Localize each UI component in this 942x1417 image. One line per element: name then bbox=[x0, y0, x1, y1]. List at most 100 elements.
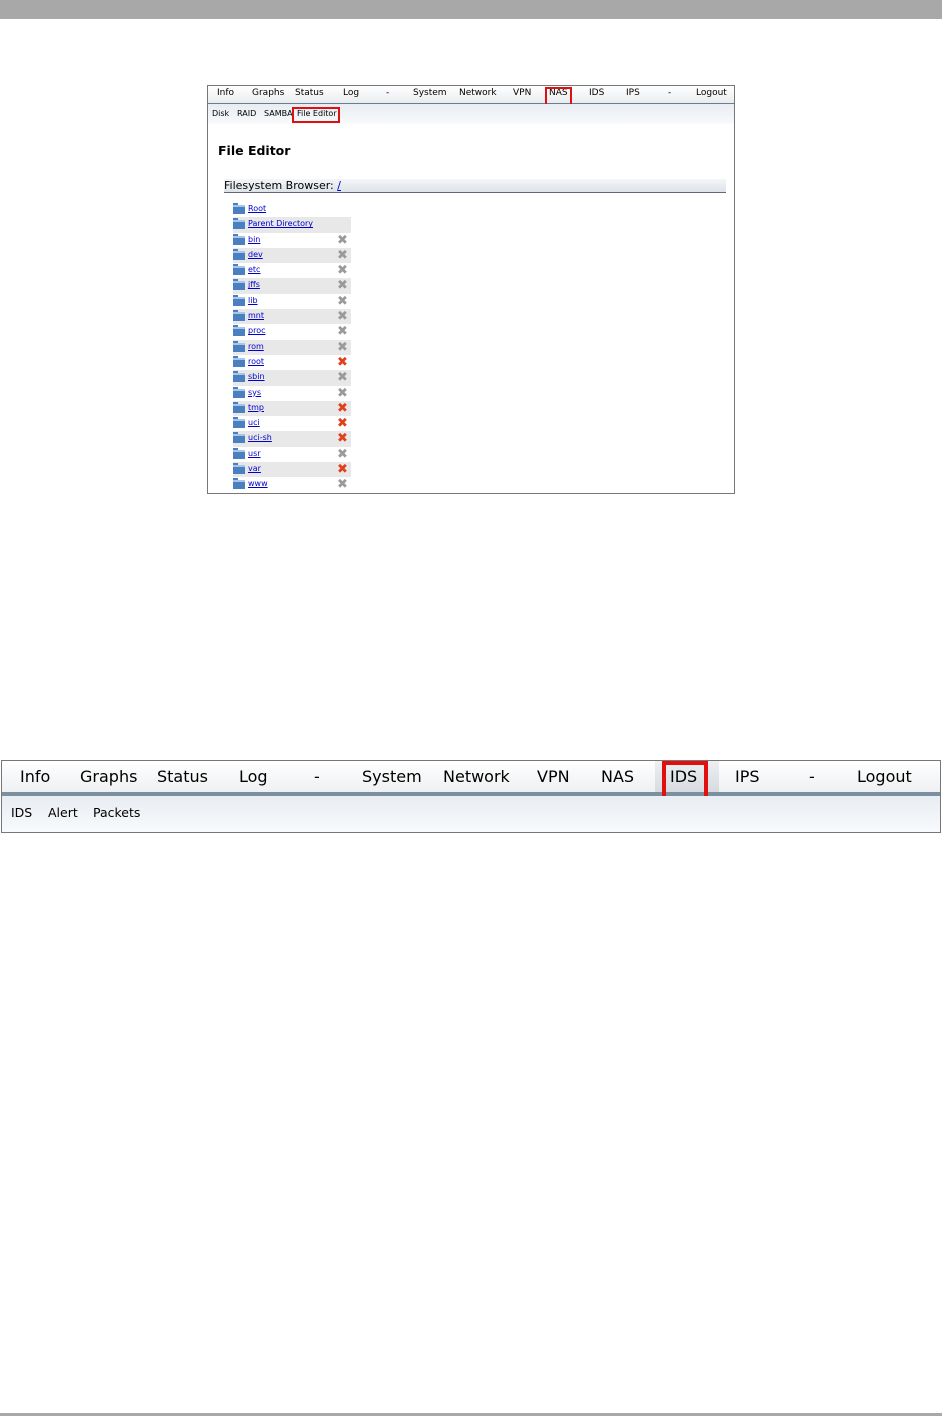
directory-link[interactable]: sbin bbox=[248, 372, 265, 381]
directory-link[interactable]: jffs bbox=[248, 280, 260, 289]
directory-link[interactable]: dev bbox=[248, 250, 263, 259]
page-footer-bar bbox=[0, 1413, 942, 1416]
page-header-bar bbox=[0, 0, 942, 19]
directory-link[interactable]: Root bbox=[248, 204, 266, 213]
filesystem-browser-header: Filesystem Browser: / bbox=[224, 179, 726, 193]
nav-ips[interactable]: IPS bbox=[735, 767, 760, 786]
directory-link[interactable]: mnt bbox=[248, 311, 264, 320]
file-list: Root Parent Directory bin ✖ dev ✖ etc ✖ jffs ✖ lib… bbox=[233, 202, 351, 493]
folder-icon bbox=[233, 417, 245, 429]
subnav-raid[interactable]: RAID bbox=[237, 109, 256, 118]
delete-icon: ✖ bbox=[337, 339, 348, 355]
directory-link[interactable]: uci bbox=[248, 418, 260, 427]
folder-icon bbox=[233, 279, 245, 291]
sub-nav-large: IDS Alert Packets bbox=[2, 796, 940, 832]
nav-vpn[interactable]: VPN bbox=[513, 88, 531, 98]
directory-link[interactable]: Parent Directory bbox=[248, 219, 313, 228]
file-list-row: rom ✖ bbox=[233, 339, 351, 355]
delete-icon: ✖ bbox=[337, 232, 348, 248]
nav-status[interactable]: Status bbox=[157, 767, 208, 786]
file-list-row: uci ✖ bbox=[233, 416, 351, 431]
nav-log[interactable]: Log bbox=[343, 88, 359, 98]
file-editor-highlight-box bbox=[292, 107, 340, 123]
delete-icon: ✖ bbox=[337, 293, 348, 309]
delete-icon: ✖ bbox=[337, 247, 348, 263]
file-list-row: root ✖ bbox=[233, 355, 351, 370]
nav-separator: - bbox=[386, 88, 390, 98]
file-list-row: usr ✖ bbox=[233, 447, 351, 462]
nav-ips[interactable]: IPS bbox=[626, 88, 640, 98]
delete-icon[interactable]: ✖ bbox=[337, 431, 348, 446]
folder-icon bbox=[233, 203, 245, 214]
folder-icon bbox=[233, 340, 245, 352]
subnav-alert[interactable]: Alert bbox=[48, 805, 78, 820]
file-list-row: mnt ✖ bbox=[233, 309, 351, 325]
nav-graphs[interactable]: Graphs bbox=[80, 767, 137, 786]
file-list-row: dev ✖ bbox=[233, 247, 351, 264]
nav-system[interactable]: System bbox=[413, 88, 447, 98]
delete-icon: ✖ bbox=[337, 324, 348, 340]
nav-ids[interactable]: IDS bbox=[589, 88, 604, 98]
delete-icon[interactable]: ✖ bbox=[337, 462, 348, 477]
file-list-row: www ✖ bbox=[233, 477, 351, 492]
subnav-ids[interactable]: IDS bbox=[11, 805, 32, 820]
current-path-link[interactable]: / bbox=[337, 179, 341, 192]
directory-link[interactable]: root bbox=[248, 357, 264, 366]
nav-logout[interactable]: Logout bbox=[696, 88, 727, 98]
nav-separator: - bbox=[809, 767, 815, 786]
folder-icon bbox=[233, 325, 245, 337]
page-title: File Editor bbox=[218, 143, 291, 158]
folder-icon bbox=[233, 233, 245, 245]
delete-icon: ✖ bbox=[337, 309, 348, 325]
subnav-disk[interactable]: Disk bbox=[212, 109, 229, 118]
subnav-samba[interactable]: SAMBA bbox=[264, 109, 293, 118]
file-list-row: var ✖ bbox=[233, 462, 351, 478]
directory-link[interactable]: etc bbox=[248, 265, 260, 274]
file-list-row: jffs ✖ bbox=[233, 278, 351, 294]
folder-icon bbox=[233, 294, 245, 306]
delete-icon: ✖ bbox=[337, 278, 348, 294]
file-list-row: etc ✖ bbox=[233, 263, 351, 278]
nav-separator: - bbox=[668, 88, 672, 98]
nav-info[interactable]: Info bbox=[217, 88, 234, 98]
delete-icon: ✖ bbox=[337, 263, 348, 279]
directory-link[interactable]: tmp bbox=[248, 403, 264, 412]
nav-info[interactable]: Info bbox=[20, 767, 50, 786]
delete-icon: ✖ bbox=[337, 370, 348, 386]
delete-icon: ✖ bbox=[337, 446, 348, 462]
nav-status[interactable]: Status bbox=[295, 88, 324, 98]
ids-nav-screenshot: Info Graphs Status Log - System Network … bbox=[1, 760, 941, 833]
delete-icon[interactable]: ✖ bbox=[337, 401, 348, 416]
subnav-packets[interactable]: Packets bbox=[93, 805, 140, 820]
nav-vpn[interactable]: VPN bbox=[537, 767, 570, 786]
folder-icon bbox=[233, 432, 245, 444]
folder-icon bbox=[233, 401, 245, 413]
nav-network[interactable]: Network bbox=[443, 767, 510, 786]
directory-link[interactable]: rom bbox=[248, 342, 264, 351]
file-list-row: tmp ✖ bbox=[233, 400, 351, 417]
delete-icon: ✖ bbox=[337, 477, 348, 493]
folder-icon bbox=[233, 386, 245, 398]
directory-link[interactable]: proc bbox=[248, 326, 265, 335]
nav-log[interactable]: Log bbox=[239, 767, 268, 786]
directory-link[interactable]: bin bbox=[248, 235, 260, 244]
directory-link[interactable]: www bbox=[248, 479, 268, 488]
nav-nas[interactable]: NAS bbox=[601, 767, 634, 786]
delete-icon[interactable]: ✖ bbox=[337, 416, 348, 431]
directory-link[interactable]: lib bbox=[248, 296, 258, 305]
file-list-row: bin ✖ bbox=[233, 233, 351, 248]
directory-link[interactable]: var bbox=[248, 464, 261, 473]
folder-icon bbox=[233, 218, 245, 230]
nav-logout[interactable]: Logout bbox=[857, 767, 912, 786]
folder-icon bbox=[233, 371, 245, 383]
directory-link[interactable]: sys bbox=[248, 388, 261, 397]
delete-icon[interactable]: ✖ bbox=[337, 355, 348, 370]
nav-network[interactable]: Network bbox=[459, 88, 497, 98]
nav-graphs[interactable]: Graphs bbox=[252, 88, 284, 98]
file-editor-screenshot: Info Graphs Status Log - System Network … bbox=[207, 85, 735, 494]
directory-link[interactable]: usr bbox=[248, 449, 261, 458]
folder-icon bbox=[233, 248, 245, 260]
nav-system[interactable]: System bbox=[362, 767, 422, 786]
directory-link[interactable]: uci-sh bbox=[248, 433, 272, 442]
main-nav: Info Graphs Status Log - System Network … bbox=[208, 86, 734, 104]
